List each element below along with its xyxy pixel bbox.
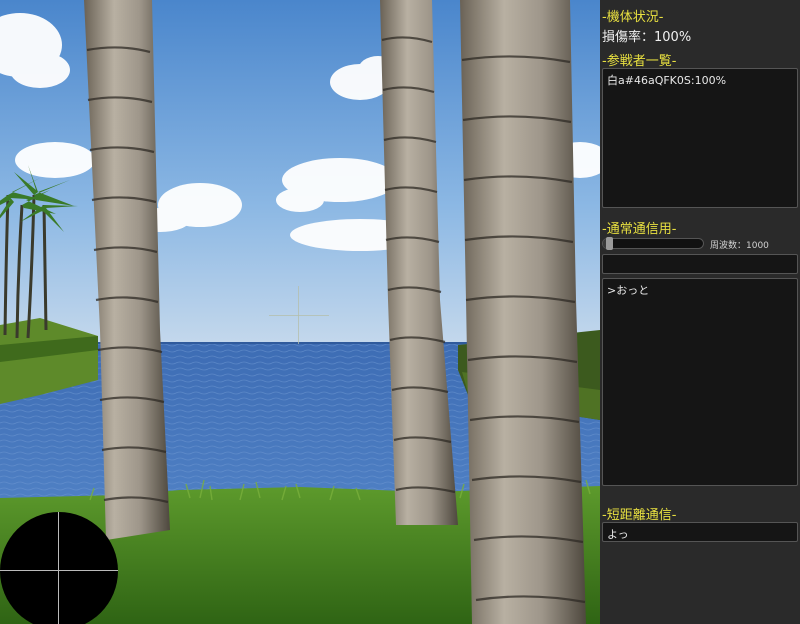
participants-list[interactable]: 白a#46aQFK0S:100% — [602, 68, 798, 208]
chat-log[interactable]: >おっと — [602, 278, 798, 486]
frequency-slider[interactable] — [602, 237, 704, 250]
frequency-label: 周波数：1000 — [710, 241, 769, 251]
palm-trunk-right — [460, 0, 586, 624]
status-title: -機体状況- — [602, 10, 664, 25]
frequency-slider-thumb[interactable] — [606, 237, 613, 250]
normal-comm-title: -通常通信用- — [602, 222, 677, 237]
game-screen: -機体状況- 損傷率：100% -参戦者一覧- 白a#46aQFK0S:100%… — [0, 0, 800, 624]
radar-icon — [0, 512, 118, 624]
chat-log-line: >おっと — [607, 284, 650, 297]
damage-rate: 損傷率：100% — [602, 30, 692, 45]
short-comm-input[interactable]: よっ — [602, 522, 798, 542]
participant-item: 白a#46aQFK0S:100% — [607, 74, 727, 87]
side-panel: -機体状況- 損傷率：100% -参戦者一覧- 白a#46aQFK0S:100%… — [600, 0, 800, 624]
participants-title: -参戦者一覧- — [602, 54, 677, 69]
game-viewport[interactable] — [0, 0, 600, 624]
normal-comm-input[interactable] — [602, 254, 798, 274]
short-comm-title: -短距離通信- — [602, 508, 677, 523]
